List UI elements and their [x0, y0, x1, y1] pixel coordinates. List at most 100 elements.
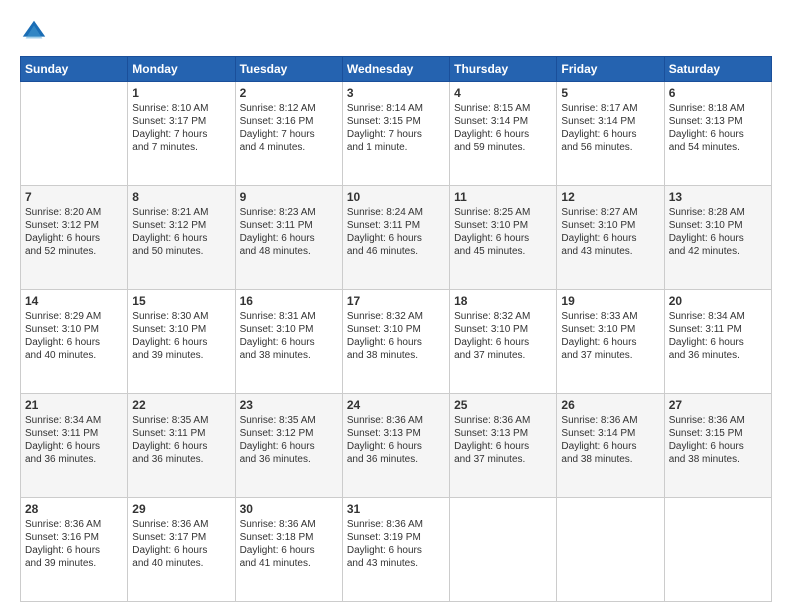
day-info: Sunrise: 8:23 AM Sunset: 3:11 PM Dayligh… [240, 206, 338, 258]
day-number: 18 [454, 293, 552, 309]
calendar-cell: 15Sunrise: 8:30 AM Sunset: 3:10 PM Dayli… [128, 290, 235, 394]
weekday-header-saturday: Saturday [664, 57, 771, 82]
day-info: Sunrise: 8:36 AM Sunset: 3:14 PM Dayligh… [561, 414, 659, 466]
day-info: Sunrise: 8:28 AM Sunset: 3:10 PM Dayligh… [669, 206, 767, 258]
calendar-cell: 24Sunrise: 8:36 AM Sunset: 3:13 PM Dayli… [342, 394, 449, 498]
day-info: Sunrise: 8:33 AM Sunset: 3:10 PM Dayligh… [561, 310, 659, 362]
weekday-header-wednesday: Wednesday [342, 57, 449, 82]
calendar-cell: 21Sunrise: 8:34 AM Sunset: 3:11 PM Dayli… [21, 394, 128, 498]
calendar-cell: 25Sunrise: 8:36 AM Sunset: 3:13 PM Dayli… [450, 394, 557, 498]
day-info: Sunrise: 8:36 AM Sunset: 3:17 PM Dayligh… [132, 518, 230, 570]
day-number: 6 [669, 85, 767, 101]
day-number: 23 [240, 397, 338, 413]
calendar-cell: 18Sunrise: 8:32 AM Sunset: 3:10 PM Dayli… [450, 290, 557, 394]
day-number: 5 [561, 85, 659, 101]
calendar-week-2: 14Sunrise: 8:29 AM Sunset: 3:10 PM Dayli… [21, 290, 772, 394]
calendar-week-4: 28Sunrise: 8:36 AM Sunset: 3:16 PM Dayli… [21, 498, 772, 602]
day-info: Sunrise: 8:32 AM Sunset: 3:10 PM Dayligh… [347, 310, 445, 362]
day-number: 21 [25, 397, 123, 413]
calendar-cell: 14Sunrise: 8:29 AM Sunset: 3:10 PM Dayli… [21, 290, 128, 394]
calendar-week-1: 7Sunrise: 8:20 AM Sunset: 3:12 PM Daylig… [21, 186, 772, 290]
day-number: 30 [240, 501, 338, 517]
day-number: 24 [347, 397, 445, 413]
day-number: 12 [561, 189, 659, 205]
calendar-week-0: 1Sunrise: 8:10 AM Sunset: 3:17 PM Daylig… [21, 82, 772, 186]
weekday-header-thursday: Thursday [450, 57, 557, 82]
day-number: 15 [132, 293, 230, 309]
calendar-cell: 31Sunrise: 8:36 AM Sunset: 3:19 PM Dayli… [342, 498, 449, 602]
logo-icon [20, 18, 48, 46]
day-info: Sunrise: 8:32 AM Sunset: 3:10 PM Dayligh… [454, 310, 552, 362]
calendar-cell: 28Sunrise: 8:36 AM Sunset: 3:16 PM Dayli… [21, 498, 128, 602]
logo [20, 18, 52, 46]
calendar-cell: 12Sunrise: 8:27 AM Sunset: 3:10 PM Dayli… [557, 186, 664, 290]
calendar-cell [557, 498, 664, 602]
calendar-header: SundayMondayTuesdayWednesdayThursdayFrid… [21, 57, 772, 82]
day-number: 2 [240, 85, 338, 101]
day-info: Sunrise: 8:15 AM Sunset: 3:14 PM Dayligh… [454, 102, 552, 154]
header [20, 18, 772, 46]
day-info: Sunrise: 8:14 AM Sunset: 3:15 PM Dayligh… [347, 102, 445, 154]
weekday-header-tuesday: Tuesday [235, 57, 342, 82]
calendar-cell: 26Sunrise: 8:36 AM Sunset: 3:14 PM Dayli… [557, 394, 664, 498]
day-info: Sunrise: 8:24 AM Sunset: 3:11 PM Dayligh… [347, 206, 445, 258]
day-info: Sunrise: 8:12 AM Sunset: 3:16 PM Dayligh… [240, 102, 338, 154]
day-info: Sunrise: 8:36 AM Sunset: 3:19 PM Dayligh… [347, 518, 445, 570]
calendar-cell [450, 498, 557, 602]
day-number: 28 [25, 501, 123, 517]
day-info: Sunrise: 8:27 AM Sunset: 3:10 PM Dayligh… [561, 206, 659, 258]
day-number: 9 [240, 189, 338, 205]
day-info: Sunrise: 8:36 AM Sunset: 3:18 PM Dayligh… [240, 518, 338, 570]
calendar-cell: 30Sunrise: 8:36 AM Sunset: 3:18 PM Dayli… [235, 498, 342, 602]
calendar-cell: 23Sunrise: 8:35 AM Sunset: 3:12 PM Dayli… [235, 394, 342, 498]
day-info: Sunrise: 8:31 AM Sunset: 3:10 PM Dayligh… [240, 310, 338, 362]
day-info: Sunrise: 8:25 AM Sunset: 3:10 PM Dayligh… [454, 206, 552, 258]
day-info: Sunrise: 8:20 AM Sunset: 3:12 PM Dayligh… [25, 206, 123, 258]
day-number: 16 [240, 293, 338, 309]
day-number: 26 [561, 397, 659, 413]
calendar-cell: 1Sunrise: 8:10 AM Sunset: 3:17 PM Daylig… [128, 82, 235, 186]
calendar-cell: 2Sunrise: 8:12 AM Sunset: 3:16 PM Daylig… [235, 82, 342, 186]
day-info: Sunrise: 8:18 AM Sunset: 3:13 PM Dayligh… [669, 102, 767, 154]
weekday-header-friday: Friday [557, 57, 664, 82]
day-info: Sunrise: 8:35 AM Sunset: 3:11 PM Dayligh… [132, 414, 230, 466]
day-number: 31 [347, 501, 445, 517]
calendar-cell: 27Sunrise: 8:36 AM Sunset: 3:15 PM Dayli… [664, 394, 771, 498]
day-info: Sunrise: 8:21 AM Sunset: 3:12 PM Dayligh… [132, 206, 230, 258]
calendar-cell: 11Sunrise: 8:25 AM Sunset: 3:10 PM Dayli… [450, 186, 557, 290]
day-number: 1 [132, 85, 230, 101]
page-container: SundayMondayTuesdayWednesdayThursdayFrid… [0, 0, 792, 612]
day-info: Sunrise: 8:35 AM Sunset: 3:12 PM Dayligh… [240, 414, 338, 466]
calendar-cell: 9Sunrise: 8:23 AM Sunset: 3:11 PM Daylig… [235, 186, 342, 290]
weekday-header-row: SundayMondayTuesdayWednesdayThursdayFrid… [21, 57, 772, 82]
day-number: 25 [454, 397, 552, 413]
calendar-cell: 20Sunrise: 8:34 AM Sunset: 3:11 PM Dayli… [664, 290, 771, 394]
calendar-cell: 7Sunrise: 8:20 AM Sunset: 3:12 PM Daylig… [21, 186, 128, 290]
calendar-cell [664, 498, 771, 602]
day-info: Sunrise: 8:30 AM Sunset: 3:10 PM Dayligh… [132, 310, 230, 362]
day-info: Sunrise: 8:34 AM Sunset: 3:11 PM Dayligh… [25, 414, 123, 466]
day-info: Sunrise: 8:29 AM Sunset: 3:10 PM Dayligh… [25, 310, 123, 362]
calendar-cell: 3Sunrise: 8:14 AM Sunset: 3:15 PM Daylig… [342, 82, 449, 186]
day-number: 14 [25, 293, 123, 309]
day-number: 20 [669, 293, 767, 309]
day-number: 11 [454, 189, 552, 205]
calendar-week-3: 21Sunrise: 8:34 AM Sunset: 3:11 PM Dayli… [21, 394, 772, 498]
day-info: Sunrise: 8:36 AM Sunset: 3:13 PM Dayligh… [347, 414, 445, 466]
day-number: 22 [132, 397, 230, 413]
day-number: 3 [347, 85, 445, 101]
calendar-body: 1Sunrise: 8:10 AM Sunset: 3:17 PM Daylig… [21, 82, 772, 602]
calendar-cell: 13Sunrise: 8:28 AM Sunset: 3:10 PM Dayli… [664, 186, 771, 290]
calendar-table: SundayMondayTuesdayWednesdayThursdayFrid… [20, 56, 772, 602]
day-number: 7 [25, 189, 123, 205]
day-info: Sunrise: 8:36 AM Sunset: 3:15 PM Dayligh… [669, 414, 767, 466]
calendar-cell: 29Sunrise: 8:36 AM Sunset: 3:17 PM Dayli… [128, 498, 235, 602]
day-info: Sunrise: 8:17 AM Sunset: 3:14 PM Dayligh… [561, 102, 659, 154]
day-info: Sunrise: 8:36 AM Sunset: 3:13 PM Dayligh… [454, 414, 552, 466]
calendar-cell: 16Sunrise: 8:31 AM Sunset: 3:10 PM Dayli… [235, 290, 342, 394]
calendar-cell: 5Sunrise: 8:17 AM Sunset: 3:14 PM Daylig… [557, 82, 664, 186]
day-number: 10 [347, 189, 445, 205]
calendar-cell [21, 82, 128, 186]
day-number: 29 [132, 501, 230, 517]
day-number: 13 [669, 189, 767, 205]
